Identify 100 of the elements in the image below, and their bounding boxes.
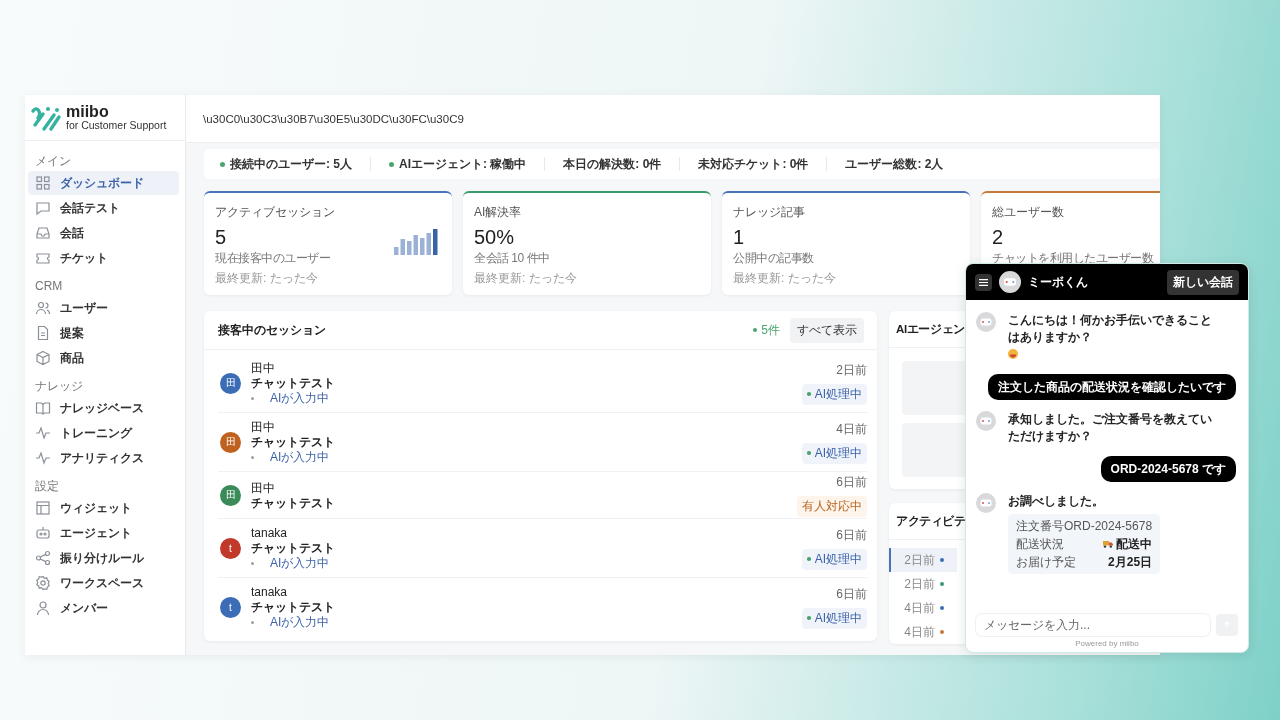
- panel-title: AIエージェン: [896, 321, 965, 337]
- card-title: ナレッジ記事: [733, 204, 805, 221]
- typing-status: AIが入力中: [270, 450, 330, 464]
- sidebar-item[interactable]: ナレッジベース: [28, 396, 179, 420]
- typing-status: AIが入力中: [270, 391, 330, 405]
- section-label: 設定: [34, 480, 59, 492]
- activity-time: 2日前: [903, 551, 935, 569]
- inbox-icon: [35, 225, 51, 241]
- page-title: \u30C0\u30C3\u30B7\u30E5\u30DC\u30FC\u30C9: [203, 112, 464, 125]
- stat-note: 公開中の記事数: [733, 250, 814, 267]
- session-time: 6日前: [836, 473, 867, 491]
- sidebar-item[interactable]: 振り分けルール: [28, 546, 179, 570]
- logo-tagline: for Customer Support: [66, 120, 167, 132]
- activity-time: 4日前: [903, 623, 935, 641]
- typing-dot-icon: [251, 455, 254, 459]
- sidebar-item[interactable]: トレーニング: [28, 421, 179, 445]
- activity-item[interactable]: 4日前: [889, 596, 957, 620]
- menu-icon: [979, 278, 988, 286]
- sidebar-item[interactable]: ダッシュボード: [28, 171, 179, 195]
- activity-time: 2日前: [903, 575, 935, 593]
- card-title: AI解決率: [474, 204, 522, 221]
- new-chat-button[interactable]: 新しい会話: [1167, 269, 1239, 295]
- card-title: アクティブセッション: [215, 204, 335, 221]
- sidebar-item[interactable]: ワークスペース: [28, 571, 179, 595]
- session-time: 4日前: [836, 420, 867, 438]
- bot-message: 承知しました。ご注文番号を教えていただけますか？: [1008, 412, 1212, 443]
- panel-title: 接客中のセッション: [218, 321, 327, 339]
- chat-bubble-icon: [35, 200, 51, 216]
- section-label: メイン: [34, 155, 71, 167]
- status-item: ユーザー総数: 2人: [844, 155, 945, 173]
- status-badge: 有人対応中: [797, 495, 867, 517]
- sidebar-item[interactable]: エージェント: [28, 521, 179, 545]
- stat-value: 1: [733, 226, 745, 248]
- sidebar-item[interactable]: 会話: [28, 221, 179, 245]
- sidebar-item[interactable]: ウィジェット: [28, 496, 179, 520]
- status-badge: AI処理中: [802, 607, 867, 629]
- session-subject: チャットテスト: [251, 495, 335, 510]
- status-badge: AI処理中: [802, 548, 867, 570]
- session-subject: チャットテスト: [251, 541, 335, 555]
- user-message: 注文した商品の配送状況を確認したいです: [988, 374, 1236, 400]
- stat-value: 5: [215, 226, 227, 248]
- customer-name: 田中: [251, 480, 275, 495]
- sidebar-item[interactable]: アナリティクス: [28, 446, 179, 470]
- typing-dot-icon: [251, 561, 254, 565]
- customer-name: 田中: [251, 420, 275, 434]
- typing-status: AIが入力中: [270, 615, 330, 629]
- bot-avatar-icon: [976, 493, 996, 513]
- bot-message: お調べしました。: [1008, 494, 1104, 508]
- avatar-icon: t: [220, 537, 241, 559]
- customer-name: 田中: [251, 361, 275, 375]
- typing-dot-icon: [251, 620, 254, 624]
- sidebar-item[interactable]: 会話テスト: [28, 196, 179, 220]
- cube-icon: [35, 350, 51, 366]
- book-icon: [35, 400, 51, 416]
- avatar-icon: 田: [220, 431, 241, 453]
- layout-icon: [35, 500, 51, 516]
- last-updated-text: 最終更新: たった今: [733, 270, 836, 287]
- sidebar-item[interactable]: 商品: [28, 346, 179, 370]
- status-badge: AI処理中: [802, 383, 867, 405]
- bot-name: ミーボくん: [1028, 273, 1089, 291]
- user-icon: [35, 600, 51, 616]
- detail-value: 配送中: [1116, 536, 1153, 553]
- document-icon: [35, 325, 51, 341]
- bot-avatar-icon: [999, 271, 1021, 293]
- section-label: ナレッジ: [34, 380, 83, 392]
- session-subject: チャットテスト: [251, 376, 335, 390]
- typing-status: AIが入力中: [270, 556, 330, 570]
- sidebar-item[interactable]: チケット: [28, 246, 179, 270]
- sidebar-item[interactable]: メンバー: [28, 596, 179, 620]
- detail-value: 2月25日: [1108, 554, 1153, 571]
- stat-value: 50%: [474, 226, 515, 248]
- status-item: 未対応チケット: 0件: [697, 155, 810, 173]
- nodes-icon: [35, 550, 51, 566]
- pulse-icon: [35, 450, 51, 466]
- message-input[interactable]: メッセージを入力...: [976, 614, 1210, 636]
- customer-name: tanaka: [251, 585, 288, 599]
- activity-time: 4日前: [903, 599, 935, 617]
- settings-icon: [35, 575, 51, 591]
- pulse-icon: [35, 425, 51, 441]
- robot-icon: [35, 525, 51, 541]
- section-label: CRM: [34, 280, 63, 292]
- user-message: ORD-2024-5678 です: [1100, 456, 1236, 482]
- activity-item[interactable]: 4日前: [889, 620, 957, 644]
- detail-label: お届け予定: [1016, 554, 1076, 571]
- customer-name: tanaka: [251, 526, 288, 540]
- sidebar-item[interactable]: 提案: [28, 321, 179, 345]
- status-badge: AI処理中: [802, 442, 867, 464]
- avatar-icon: 田: [220, 372, 241, 394]
- activity-item[interactable]: 2日前: [889, 572, 957, 596]
- session-subject: チャットテスト: [251, 435, 335, 449]
- menu-button[interactable]: [975, 273, 992, 291]
- logo-name: miibo: [66, 103, 110, 121]
- grid-icon: [35, 175, 51, 191]
- view-all-button[interactable]: すべて表示: [790, 317, 864, 343]
- ticket-icon: [35, 250, 51, 266]
- session-count: 5件: [761, 321, 780, 339]
- bot-avatar-icon: [976, 312, 996, 332]
- sidebar-item[interactable]: ユーザー: [28, 296, 179, 320]
- session-time: 6日前: [836, 585, 867, 603]
- session-time: 6日前: [836, 526, 867, 544]
